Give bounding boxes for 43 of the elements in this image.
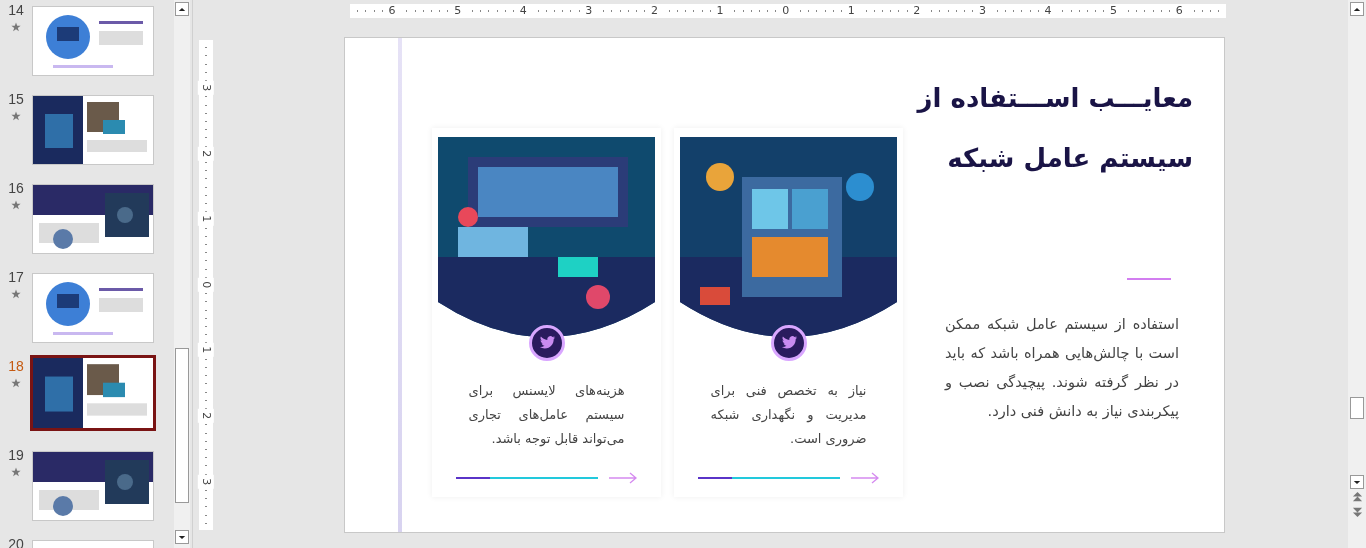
slide-number: 16 [8, 180, 24, 196]
scroll-up-button[interactable] [175, 2, 189, 16]
star-icon [11, 378, 21, 388]
star-icon [11, 22, 21, 32]
scroll-down-button[interactable] [1350, 475, 1364, 489]
star-icon [11, 111, 21, 121]
scrollbar[interactable] [1348, 0, 1366, 548]
caret-down-icon [178, 534, 186, 540]
card-text: هزینه‌های لایسنس برای سیستم عامل‌های تجاری می‌تواند قابل توجه باشد. [468, 382, 625, 449]
caret-up-icon [1353, 6, 1361, 12]
previous-slide-icon[interactable] [1351, 492, 1363, 503]
slide-number: 19 [8, 447, 24, 463]
slide-number: 18 [8, 358, 24, 374]
accent-line [1127, 278, 1171, 280]
star-icon [11, 289, 21, 299]
scroll-down-button[interactable] [175, 530, 189, 544]
ruler-number: 2 [198, 146, 214, 161]
caret-up-icon [178, 6, 186, 12]
bird-icon [529, 325, 565, 361]
scroll-up-button[interactable] [1350, 2, 1364, 16]
scroll-thumb[interactable] [1350, 397, 1364, 419]
ruler-number: 0 [198, 277, 214, 292]
ruler-number: 2 [198, 408, 214, 423]
slide-number: 15 [8, 91, 24, 107]
ruler-number: 3 [198, 474, 214, 489]
caret-down-icon [1353, 479, 1361, 485]
arrow-icon [607, 472, 638, 484]
ruler-number: 3 [198, 80, 214, 95]
card-text: نیاز به تخصص فنی برای مدیریت و نگهداری شبکه ضروری است. [710, 382, 867, 449]
scroll-thumb[interactable] [175, 348, 189, 503]
body-text: استفاده از سیستم عامل شبکه ممکن است با چالش‌هایی همراه باشد که باید در نظر گرفته شوند. پیچیدگی نصب و پیکربندی نیاز به دانش فنی دارد. [945, 315, 1179, 422]
star-icon [11, 200, 21, 210]
arrow-icon [849, 472, 880, 484]
slide-number: 14 [8, 2, 24, 18]
bird-icon [771, 325, 807, 361]
slide-thumbnail[interactable] [30, 355, 156, 431]
slide-title: معایـــب اســـتفاده از سیستم عامل شبکه [917, 82, 1193, 175]
ruler-number: 1 [198, 212, 214, 226]
slide-number: 17 [8, 269, 24, 285]
next-slide-icon[interactable] [1351, 506, 1363, 517]
star-icon [11, 467, 21, 477]
scrollbar[interactable] [174, 0, 190, 548]
ruler-number: 1 [198, 343, 214, 358]
